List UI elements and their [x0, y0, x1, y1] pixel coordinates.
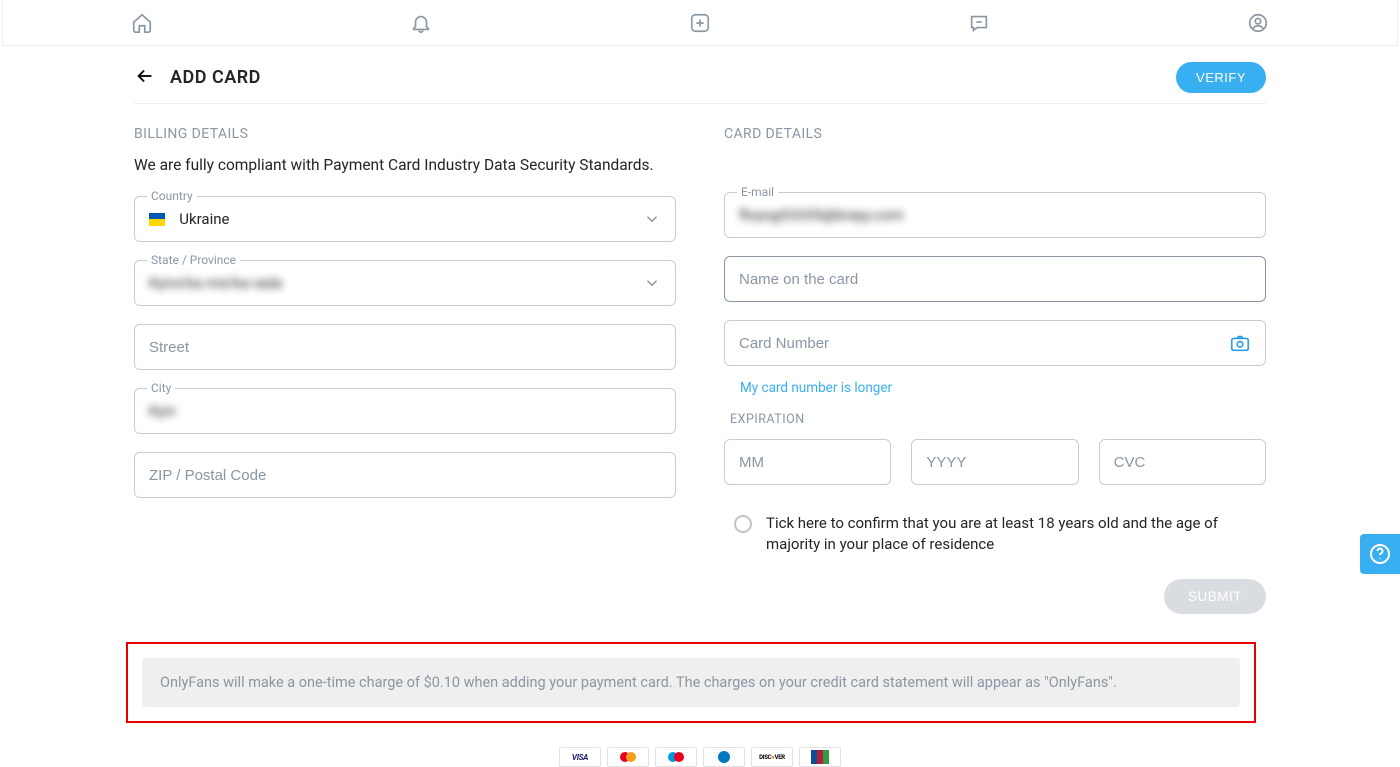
expiry-year-input[interactable]	[926, 454, 1063, 471]
cvc-input[interactable]	[1114, 454, 1251, 471]
back-arrow-icon[interactable]	[134, 65, 156, 91]
maestro-logo	[655, 747, 697, 767]
scan-card-icon[interactable]	[1229, 332, 1251, 354]
country-value: Ukraine	[179, 210, 643, 228]
billing-column: BILLING DETAILS We are fully compliant w…	[134, 126, 676, 614]
title-group: ADD CARD	[134, 65, 261, 91]
cvc-field[interactable]	[1099, 439, 1266, 485]
name-on-card-field[interactable]	[724, 256, 1266, 302]
card-column: CARD DETAILS E-mail floyog53205@brayy.co…	[724, 126, 1266, 614]
country-label: Country	[147, 189, 197, 203]
card-number-field[interactable]	[724, 320, 1266, 366]
card-number-input[interactable]	[739, 335, 1229, 352]
ukraine-flag-icon	[149, 213, 165, 226]
street-input[interactable]	[149, 339, 661, 356]
expiry-year-field[interactable]	[911, 439, 1078, 485]
name-on-card-input[interactable]	[739, 271, 1251, 288]
zip-input[interactable]	[149, 467, 661, 484]
longer-card-link[interactable]: My card number is longer	[740, 380, 1266, 396]
chevron-down-icon	[643, 274, 661, 292]
email-value: floyog53205@brayy.com	[739, 206, 1251, 224]
home-icon[interactable]	[130, 11, 154, 35]
bell-icon[interactable]	[409, 11, 433, 35]
content-container: ADD CARD VERIFY BILLING DETAILS We are f…	[134, 46, 1266, 767]
card-section-label: CARD DETAILS	[724, 126, 1266, 142]
expiry-month-field[interactable]	[724, 439, 891, 485]
page-title: ADD CARD	[170, 67, 261, 88]
card-brand-logos: VISA DISC●VER	[134, 747, 1266, 767]
notice-highlight-box: OnlyFans will make a one-time charge of …	[126, 642, 1256, 723]
diners-logo	[703, 747, 745, 767]
expiry-month-input[interactable]	[739, 454, 876, 471]
zip-field[interactable]	[134, 452, 676, 498]
state-value: Kyivs'ka mis'ka rada	[149, 274, 643, 292]
email-field[interactable]: E-mail floyog53205@brayy.com	[724, 192, 1266, 238]
notice-text: OnlyFans will make a one-time charge of …	[142, 658, 1240, 707]
visa-logo: VISA	[559, 747, 601, 767]
page-header: ADD CARD VERIFY	[134, 62, 1266, 104]
age-confirm-radio[interactable]	[734, 515, 752, 533]
age-confirm-row: Tick here to confirm that you are at lea…	[734, 513, 1266, 555]
city-label: City	[147, 381, 175, 395]
state-select[interactable]: State / Province Kyivs'ka mis'ka rada	[134, 260, 676, 306]
city-field[interactable]: City Kyiv	[134, 388, 676, 434]
age-confirm-text: Tick here to confirm that you are at lea…	[766, 513, 1266, 555]
expiration-label: EXPIRATION	[730, 412, 1266, 427]
state-label: State / Province	[147, 253, 240, 267]
street-field[interactable]	[134, 324, 676, 370]
verify-button[interactable]: VERIFY	[1176, 62, 1266, 93]
compliance-text: We are fully compliant with Payment Card…	[134, 156, 676, 174]
country-select[interactable]: Country Ukraine	[134, 196, 676, 242]
profile-icon[interactable]	[1246, 11, 1270, 35]
city-value: Kyiv	[149, 402, 661, 420]
submit-button[interactable]: SUBMIT	[1164, 579, 1266, 614]
discover-logo: DISC●VER	[751, 747, 793, 767]
billing-section-label: BILLING DETAILS	[134, 126, 676, 142]
email-label: E-mail	[737, 185, 778, 199]
help-fab[interactable]	[1360, 534, 1400, 574]
mastercard-logo	[607, 747, 649, 767]
messages-icon[interactable]	[967, 11, 991, 35]
chevron-down-icon	[643, 210, 661, 228]
jcb-logo	[799, 747, 841, 767]
top-nav	[2, 0, 1398, 46]
new-post-icon[interactable]	[688, 11, 712, 35]
